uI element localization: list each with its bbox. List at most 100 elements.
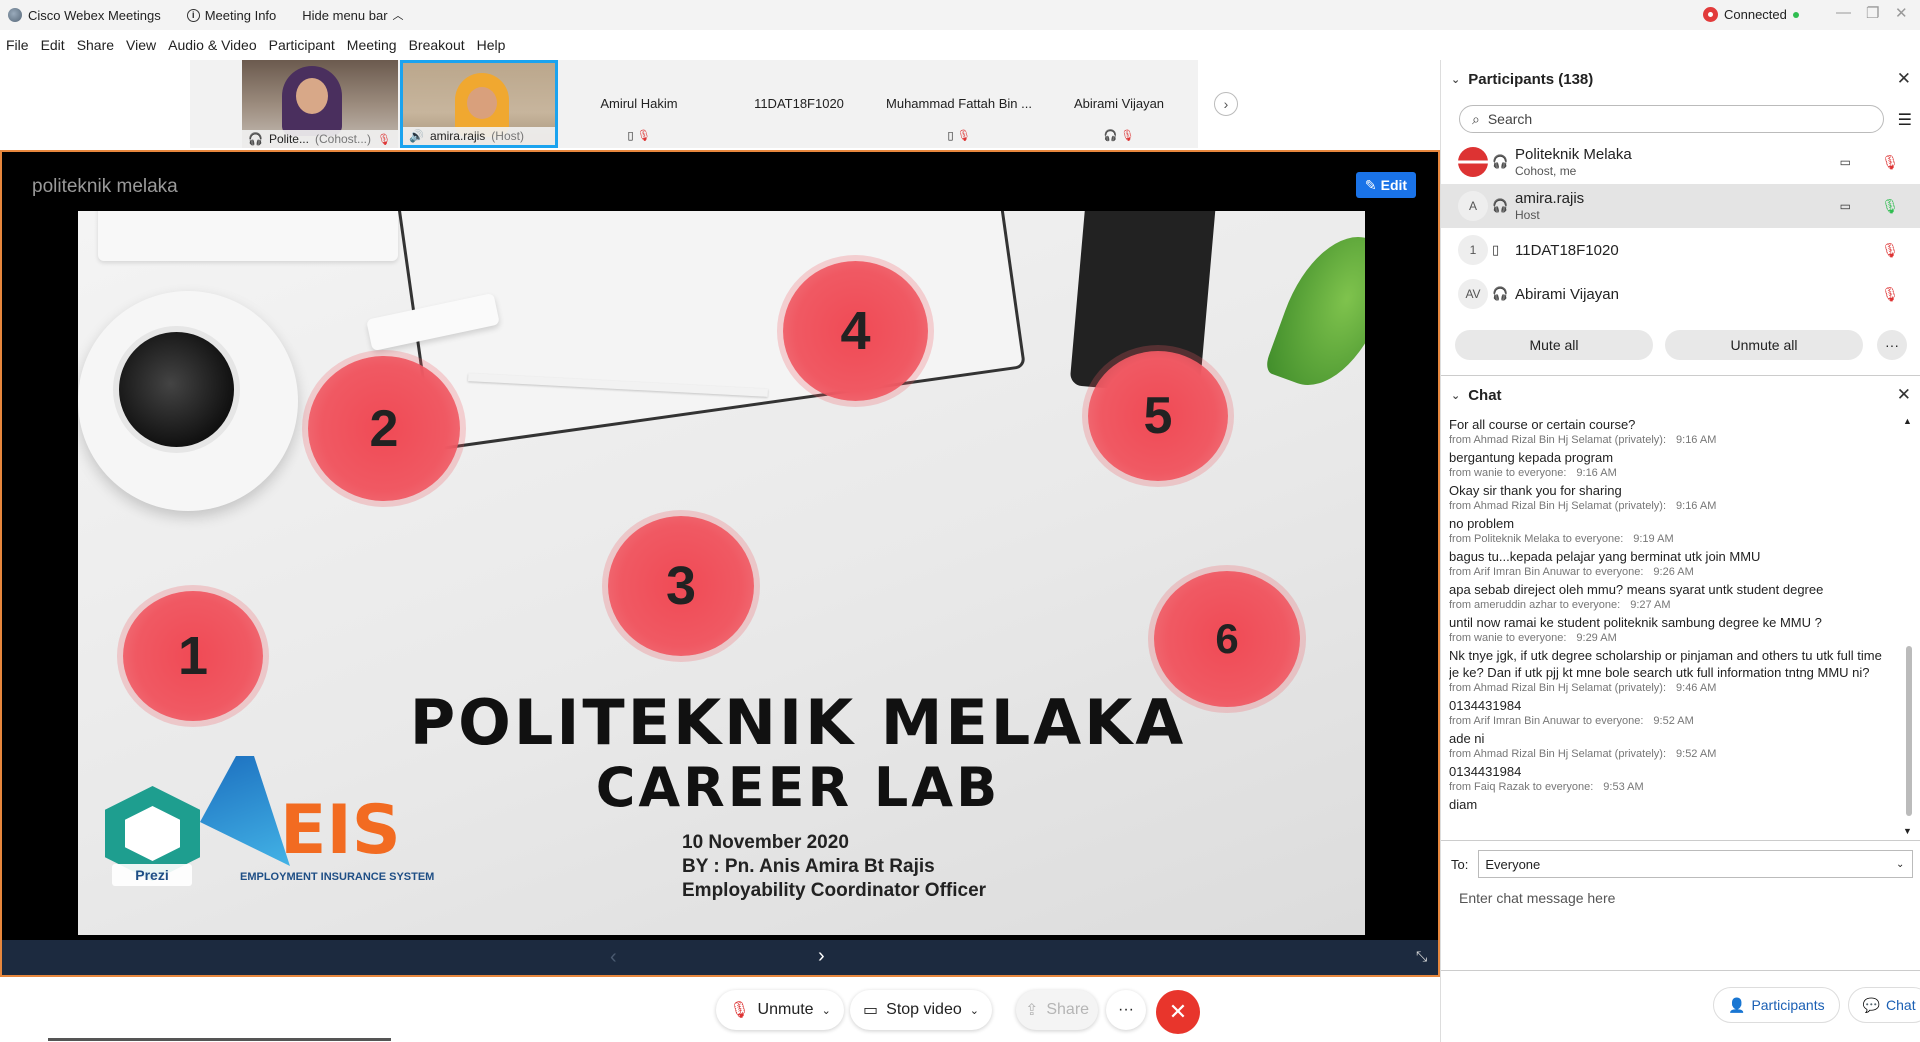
previous-slide-button[interactable]: ‹ [610,946,617,969]
meeting-info-button[interactable]: i Meeting Info [186,8,276,23]
webex-logo-icon [8,8,22,22]
participant-info: amira.rajis Host [1515,190,1584,222]
recording-icon [1703,7,1718,22]
slide-number-5[interactable]: 5 [1088,351,1228,481]
thumbnails-next-button[interactable]: › [1214,92,1238,116]
chat-message-list[interactable]: For all course or certain course? from Ah… [1449,416,1889,836]
chevron-down-icon[interactable]: ⌄ [970,1004,979,1017]
recipient-value: Everyone [1485,856,1541,872]
menu-edit[interactable]: Edit [41,37,65,53]
next-slide-button[interactable]: › [818,945,825,968]
slide-number-2[interactable]: 2 [308,356,460,501]
mic-muted-icon[interactable]: 🎙 [1881,154,1899,171]
video-thumbnail-amira[interactable]: 🔊 amira.rajis (Host) [400,60,558,148]
participant-row[interactable]: A 🎧 amira.rajis Host ▭ 🎙 [1441,184,1920,228]
unmute-button[interactable]: 🎙 Unmute ⌄ [716,990,844,1030]
connection-dot-icon [1792,11,1799,18]
presentation-controls: ‹ › ⤡ [2,940,1438,975]
maximize-icon[interactable]: ❐ [1866,4,1879,22]
chat-message-text: apa sebab direject oleh mmu? means syara… [1449,582,1824,597]
chevron-up-icon: ︿ [392,10,404,22]
share-button[interactable]: ⇪ Share [1016,990,1098,1030]
video-thumbnail-label-bar: 🎧 Polite... (Cohost...) 🎙 [242,130,398,148]
edit-button[interactable]: ✎ Edit [1356,172,1416,198]
end-meeting-button[interactable]: ✕ [1156,990,1200,1034]
slide-number-1[interactable]: 1 [123,591,263,721]
slide-presenter-role: Employability Coordinator Officer [682,880,987,901]
scrollbar-thumb[interactable] [1906,646,1912,816]
sort-icon[interactable]: ☰ [1898,110,1912,130]
slide-number-4[interactable]: 4 [783,261,928,401]
thumbnail-name: amira.rajis [429,129,486,143]
hide-menu-bar-button[interactable]: Hide menu bar ︿ [302,7,403,23]
unmute-all-button[interactable]: Unmute all [1665,330,1863,360]
mic-muted-icon: 🎙 [377,133,391,146]
menu-audio-video[interactable]: Audio & Video [168,37,256,53]
taskbar-indicator [48,1038,391,1041]
slide-number-3[interactable]: 3 [608,516,754,656]
presentation-slide: 1 2 3 4 5 6 POLITEKNIK MELAKA CAREER LAB… [78,211,1365,935]
chevron-down-icon[interactable]: ⌄ [1451,389,1460,402]
mute-all-button[interactable]: Mute all [1455,330,1653,360]
menu-participant[interactable]: Participant [269,37,335,53]
mic-muted-icon[interactable]: 🎙 [1881,242,1899,259]
video-thumbnail-politeknik[interactable]: 🎧 Polite... (Cohost...) 🎙 [242,60,398,148]
participants-header[interactable]: ⌄ Participants (138) ✕ [1441,60,1920,98]
chevron-down-icon[interactable]: ⌄ [1451,73,1460,86]
menu-file[interactable]: File [6,37,29,53]
chat-message-meta: from Arif Imran Bin Anuwar to everyone: 9… [1449,566,1889,578]
menu-view[interactable]: View [126,37,156,53]
thumbnail-name: Abirami Vijayan [1073,96,1165,111]
thumbnail-11dat18f1020[interactable]: 11DAT18F1020 [720,60,878,148]
chat-message-time: 9:53 AM [1603,781,1644,793]
menu-share[interactable]: Share [77,37,114,53]
chevron-down-icon[interactable]: ⌄ [822,1004,831,1017]
thumbnail-role: (Cohost...) [314,132,371,146]
app-title: Cisco Webex Meetings [28,7,161,23]
thumbnail-amirul-hakim[interactable]: Amirul Hakim ▯ 🎙 [560,60,718,148]
slide-details: 10 November 2020 BY : Pn. Anis Amira Bt … [682,831,986,903]
chat-header[interactable]: ⌄ Chat ✕ [1441,376,1920,414]
avatar: AV [1458,279,1488,309]
scroll-up-icon[interactable]: ▲ [1903,416,1912,426]
more-options-button[interactable]: ··· [1106,990,1146,1030]
minimize-icon[interactable]: — [1836,4,1851,21]
menu-help[interactable]: Help [477,37,506,53]
mic-muted-icon: 🎙 [729,1002,750,1019]
participant-row[interactable]: 🎧 Politeknik Melaka Cohost, me ▭ 🎙 [1441,140,1920,184]
close-chat-icon[interactable]: ✕ [1897,385,1911,405]
menu-breakout[interactable]: Breakout [409,37,465,53]
chat-message-time: 9:16 AM [1676,434,1717,446]
chat-message-sender: from Ahmad Rizal Bin Hj Selamat (private… [1449,500,1667,512]
mic-icon[interactable]: 🎙 [1881,198,1899,215]
stop-video-button[interactable]: ▭ Stop video ⌄ [850,990,992,1030]
participant-row[interactable]: 1 ▯ 11DAT18F1020 🎙 [1441,228,1920,272]
participant-name: Abirami Vijayan [1515,285,1619,303]
participant-role: Cohost, me [1515,164,1577,178]
thumbnail-abirami-vijayan[interactable]: Abirami Vijayan 🎧 🎙 [1040,60,1198,148]
chat-message-time: 9:46 AM [1676,682,1717,694]
chat-message-input[interactable]: Enter chat message here [1459,890,1615,906]
close-window-icon[interactable]: ✕ [1895,4,1908,22]
close-participants-icon[interactable]: ✕ [1897,69,1911,89]
share-icon: ⇪ [1024,1002,1039,1019]
connection-status[interactable]: Connected [1703,7,1799,22]
thumbnail-muhammad-fattah[interactable]: Muhammad Fattah Bin ... ▯ 🎙 [880,60,1038,148]
chat-message-text: bergantung kepada program [1449,450,1614,465]
recipient-select[interactable]: Everyone ⌄ [1478,850,1914,878]
menu-meeting[interactable]: Meeting [347,37,397,53]
audio-icon: 🎧 [1492,154,1509,169]
participants-tab-button[interactable]: 👤 Participants [1713,987,1840,1023]
close-icon: ✕ [1168,999,1188,1024]
chat-message-meta: from Ahmad Rizal Bin Hj Selamat (private… [1449,434,1889,446]
participants-more-button[interactable]: ··· [1877,330,1907,360]
mic-muted-icon[interactable]: 🎙 [1881,286,1899,303]
chat-tab-button[interactable]: 💬 Chat [1847,987,1920,1023]
scroll-down-icon[interactable]: ▼ [1903,826,1912,836]
side-panel: ⌄ Participants (138) ✕ ⌕ Search ☰ 🎧 Poli… [1440,60,1920,1042]
chat-scrollbar[interactable]: ▲ ▼ [1903,416,1915,836]
participant-row[interactable]: AV 🎧 Abirami Vijayan 🎙 [1441,272,1920,316]
collapse-icon[interactable]: ⤡ [1416,948,1427,965]
participant-face [296,78,328,114]
participant-search-input[interactable]: ⌕ Search [1459,105,1884,133]
